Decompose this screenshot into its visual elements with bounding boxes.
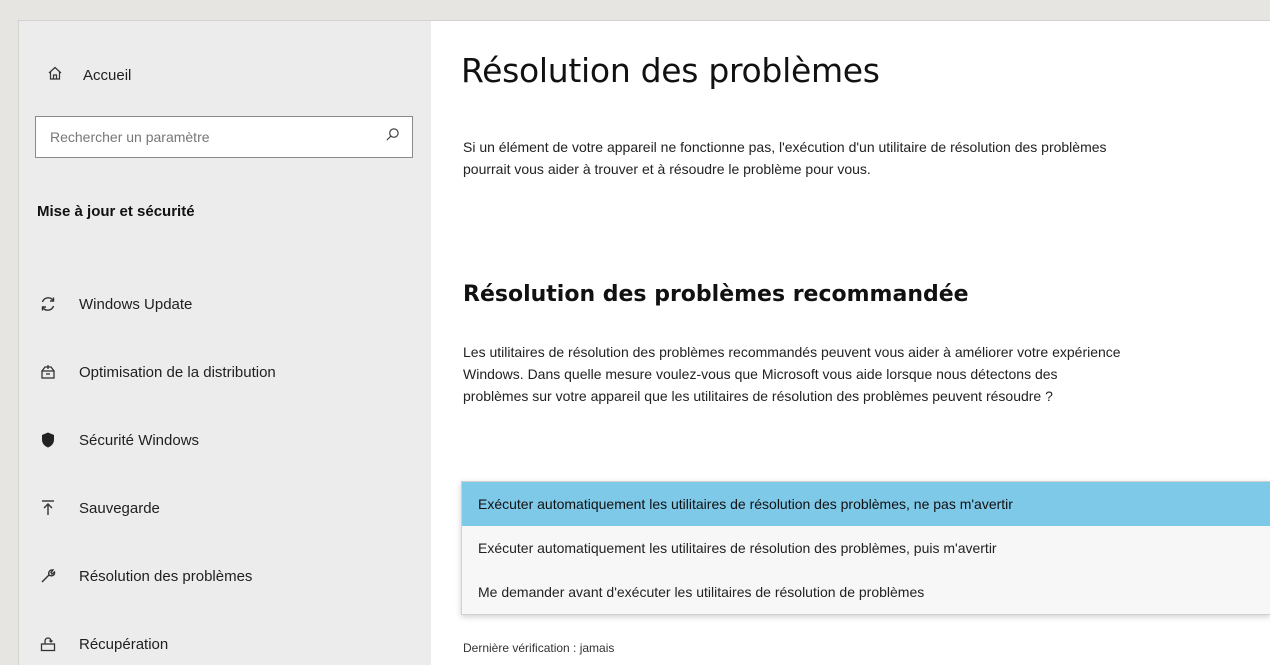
section-subtitle: Résolution des problèmes recommandée bbox=[463, 282, 969, 307]
sidebar-item-windows-security[interactable]: Sécurité Windows bbox=[19, 406, 431, 474]
sidebar-item-label: Sécurité Windows bbox=[79, 431, 200, 449]
description-text: Les utilitaires de résolution des problè… bbox=[463, 344, 1121, 404]
wrench-icon bbox=[39, 567, 57, 585]
sidebar-item-label: Récupération bbox=[79, 635, 169, 653]
intro-text: Si un élément de votre appareil ne fonct… bbox=[463, 139, 1107, 177]
dropdown-option-auto-notify[interactable]: Exécuter automatiquement les utilitaires… bbox=[462, 526, 1270, 570]
backup-icon bbox=[39, 499, 57, 517]
home-icon bbox=[47, 65, 63, 85]
sidebar-item-troubleshoot[interactable]: Résolution des problèmes bbox=[19, 542, 431, 610]
sidebar-item-windows-update[interactable]: Windows Update bbox=[19, 270, 431, 338]
sidebar: Accueil Mise à jour et sécurité Windows … bbox=[19, 21, 431, 665]
home-label: Accueil bbox=[83, 66, 132, 84]
main-content: Résolution des problèmes Si un élément d… bbox=[431, 21, 1270, 665]
search-icon[interactable] bbox=[385, 127, 400, 147]
page-title: Résolution des problèmes bbox=[461, 51, 880, 90]
recovery-icon bbox=[39, 635, 57, 653]
sidebar-item-delivery-optimization[interactable]: Optimisation de la distribution bbox=[19, 338, 431, 406]
shield-icon bbox=[39, 431, 57, 449]
troubleshoot-mode-dropdown[interactable]: Exécuter automatiquement les utilitaires… bbox=[461, 481, 1270, 615]
sidebar-item-label: Optimisation de la distribution bbox=[79, 363, 276, 381]
sidebar-item-label: Résolution des problèmes bbox=[79, 567, 253, 585]
sidebar-item-recovery[interactable]: Récupération bbox=[19, 610, 431, 665]
last-check-status: Dernière vérification : jamais bbox=[463, 641, 615, 655]
sidebar-item-label: Sauvegarde bbox=[79, 499, 160, 517]
sidebar-item-backup[interactable]: Sauvegarde bbox=[19, 474, 431, 542]
dropdown-option-ask-first[interactable]: Me demander avant d'exécuter les utilita… bbox=[462, 570, 1270, 614]
section-title: Mise à jour et sécurité bbox=[37, 203, 195, 220]
delivery-optimization-icon bbox=[39, 363, 57, 381]
settings-window: Accueil Mise à jour et sécurité Windows … bbox=[18, 20, 1270, 665]
search-input[interactable] bbox=[50, 129, 385, 145]
search-box[interactable] bbox=[35, 116, 413, 158]
sidebar-item-label: Windows Update bbox=[79, 295, 193, 313]
sidebar-nav: Windows Update Optimisation de la distri… bbox=[19, 270, 431, 665]
home-link[interactable]: Accueil bbox=[47, 65, 131, 85]
dropdown-option-auto-no-notify[interactable]: Exécuter automatiquement les utilitaires… bbox=[462, 482, 1270, 526]
refresh-icon bbox=[39, 295, 57, 313]
